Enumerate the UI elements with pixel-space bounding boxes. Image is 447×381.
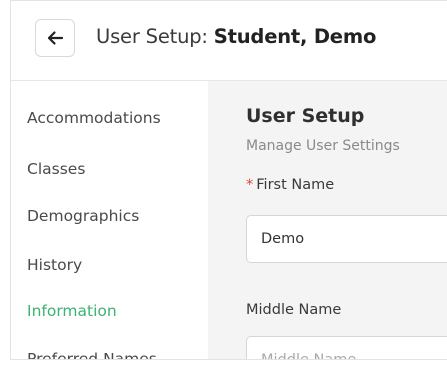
sidebar-item-classes[interactable]: Classes — [27, 160, 85, 178]
page-title: User Setup: Student, Demo — [96, 25, 376, 48]
first-name-input[interactable] — [246, 215, 447, 263]
section-title: User Setup — [246, 105, 365, 127]
section-subtitle: Manage User Settings — [246, 138, 400, 154]
page-title-prefix: User Setup: — [96, 25, 214, 48]
first-name-label-text: First Name — [256, 177, 335, 193]
sidebar-item-preferred-names[interactable]: Preferred Names — [27, 350, 157, 359]
main-content: User Setup Manage User Settings * First N… — [208, 81, 447, 359]
middle-name-label: Middle Name — [246, 302, 342, 318]
sidebar-nav: Accommodations Classes Demographics Hist… — [11, 81, 208, 359]
user-setup-window: User Setup: Student, Demo Accommodations… — [10, 0, 447, 360]
page-header: User Setup: Student, Demo — [11, 1, 447, 81]
sidebar-item-history[interactable]: History — [27, 256, 82, 274]
sidebar-item-information[interactable]: Information — [27, 302, 117, 320]
first-name-label: * First Name — [246, 177, 334, 193]
required-marker: * — [246, 177, 254, 193]
sidebar-item-demographics[interactable]: Demographics — [27, 207, 139, 225]
page-title-subject: Student, Demo — [213, 25, 377, 48]
sidebar-item-accommodations[interactable]: Accommodations — [27, 109, 161, 127]
arrow-left-icon — [47, 31, 64, 45]
middle-name-input[interactable] — [246, 336, 447, 359]
back-button[interactable] — [35, 19, 75, 57]
